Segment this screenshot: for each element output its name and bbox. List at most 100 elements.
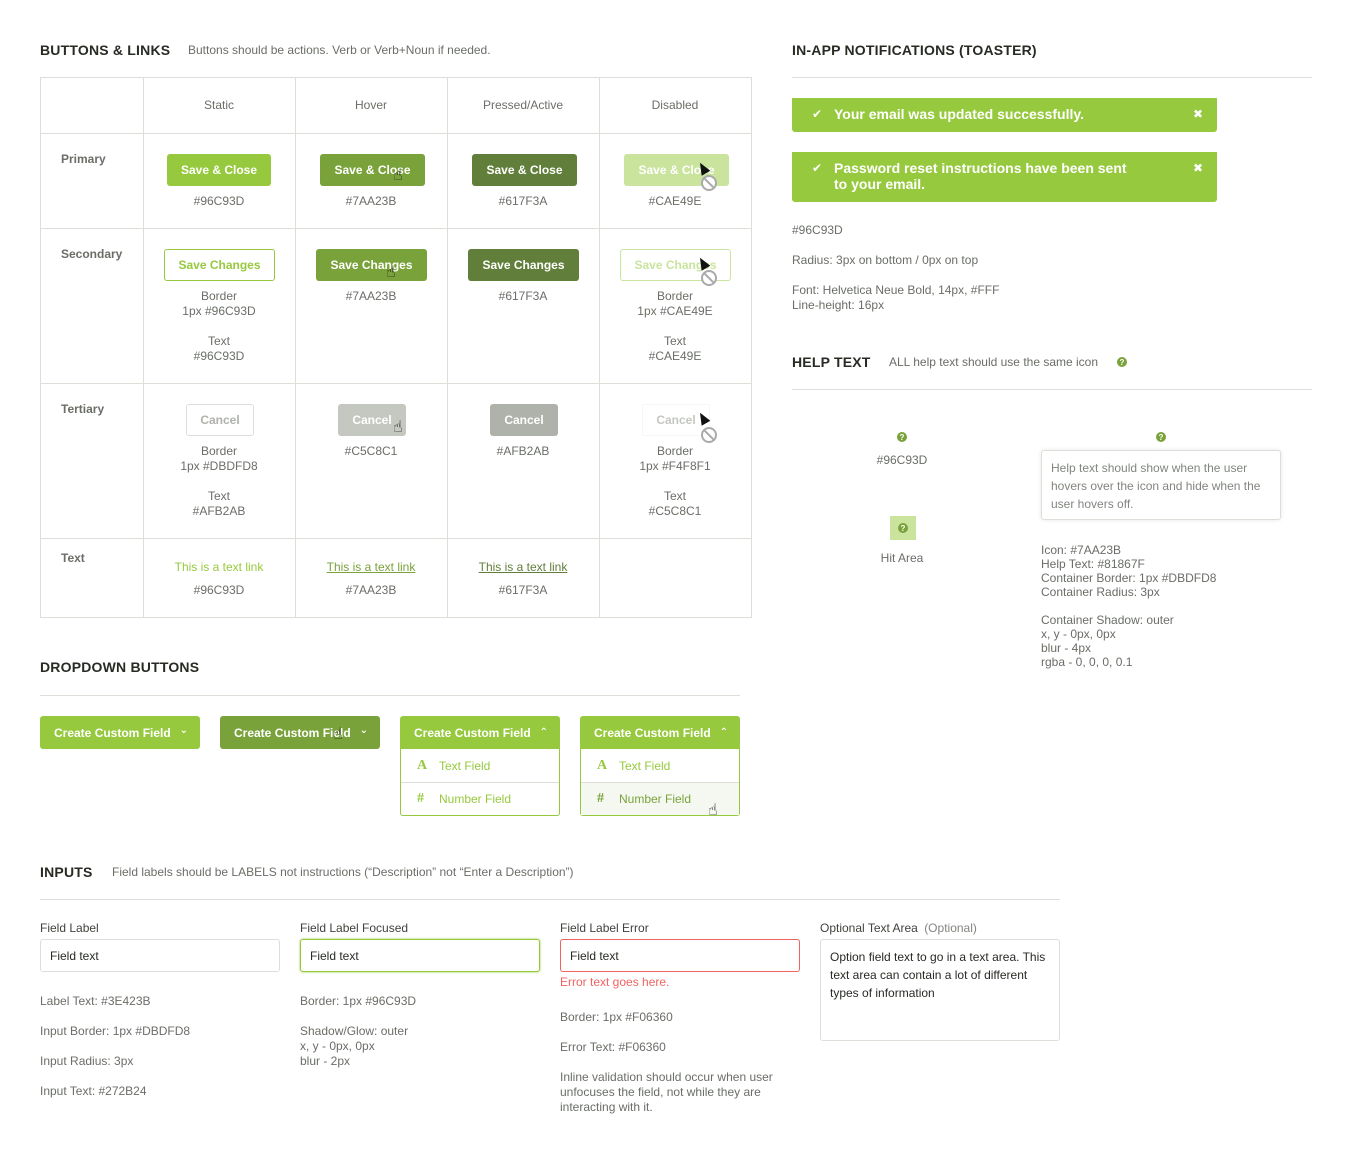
help-note: Container Border: 1px #DBDFD8 xyxy=(1041,571,1217,585)
primary-hover-color: #7AA23B xyxy=(345,194,397,208)
field-label-error: Field Label Error xyxy=(560,921,649,935)
input-note: Input Radius: 3px xyxy=(40,1054,134,1068)
error-note: interacting with it. xyxy=(560,1100,653,1114)
help-section-title: HELP TEXT xyxy=(792,354,871,370)
help-icon: ? xyxy=(898,523,908,533)
secondary-static-text: #96C93D xyxy=(193,349,245,363)
inputs-section-subtitle: Field labels should be LABELS not instru… xyxy=(112,865,574,879)
menu-item-text-field[interactable]: A Text Field xyxy=(581,749,739,782)
dropdown-button-open[interactable]: Create Custom Field ⌃ xyxy=(400,716,560,749)
secondary-pressed-color: #617F3A xyxy=(498,289,548,303)
column-header-pressed: Pressed/Active xyxy=(482,98,564,112)
secondary-button-static[interactable]: Save Changes xyxy=(164,249,275,281)
toaster-font-note: Font: Helvetica Neue Bold, 14px, #FFF xyxy=(792,283,1000,297)
textarea-label: Optional Text Area xyxy=(820,921,918,935)
tertiary-disabled-text-title: Text xyxy=(663,489,686,503)
toast-notification: ✔ Your email was updated successfully. ✖ xyxy=(792,98,1217,132)
help-note: rgba - 0, 0, 0, 0.1 xyxy=(1041,655,1133,669)
secondary-button-hover[interactable]: Save Changes xyxy=(316,249,427,281)
close-icon[interactable]: ✖ xyxy=(1193,160,1203,176)
primary-button-hover[interactable]: Save & Close xyxy=(320,154,425,186)
optional-tag: (Optional) xyxy=(924,921,977,935)
error-note: Inline validation should occur when user xyxy=(560,1070,773,1084)
error-message: Error text goes here. xyxy=(560,975,670,989)
menu-item-number-field[interactable]: # Number Field xyxy=(401,782,559,815)
secondary-static-border: 1px #96C93D xyxy=(182,304,256,318)
dropdown-button-static[interactable]: Create Custom Field ⌄ xyxy=(40,716,200,749)
tertiary-button-static[interactable]: Cancel xyxy=(186,404,254,436)
primary-button-pressed[interactable]: Save & Close xyxy=(472,154,577,186)
secondary-button-pressed[interactable]: Save Changes xyxy=(468,249,579,281)
tertiary-hover-color: #C5C8C1 xyxy=(344,444,398,458)
chevron-up-icon: ⌃ xyxy=(719,727,728,738)
close-icon[interactable]: ✖ xyxy=(1193,106,1203,122)
hand-cursor-icon: ☝ xyxy=(708,802,718,819)
help-note: Container Shadow: outer xyxy=(1041,613,1174,627)
hand-cursor-icon: ☝ xyxy=(333,726,343,743)
error-note: unfocuses the field, not while they are xyxy=(560,1085,761,1099)
primary-static-color: #96C93D xyxy=(193,194,245,208)
dropdown-button-hover[interactable]: Create Custom Field ⌄ xyxy=(220,716,380,749)
tertiary-pressed-color: #AFB2AB xyxy=(496,444,550,458)
error-note: Border: 1px #F06360 xyxy=(560,1010,673,1024)
secondary-disabled-border-title: Border xyxy=(656,289,694,303)
buttons-table: Static Hover Pressed/Active Disabled Pri… xyxy=(40,77,752,618)
hit-area-box[interactable]: ? xyxy=(890,516,916,540)
dropdown-menu: A Text Field # Number Field xyxy=(400,749,560,816)
column-header-disabled: Disabled xyxy=(651,98,699,112)
text-link-static[interactable]: This is a text link xyxy=(143,560,295,574)
toaster-font-note: Line-height: 16px xyxy=(792,298,885,312)
text-link-pressed-color: #617F3A xyxy=(498,583,548,597)
text-area[interactable]: Option field text to go in a text area. … xyxy=(820,939,1060,1041)
chevron-down-icon: ⌄ xyxy=(359,725,368,736)
hit-area-label: Hit Area xyxy=(880,551,924,565)
help-section-subtitle: ALL help text should use the same icon xyxy=(889,355,1099,369)
toast-message: Password reset instructions have been se… xyxy=(834,160,1127,192)
text-input[interactable]: Field text xyxy=(40,939,280,972)
toast-notification: ✔ Password reset instructions have been … xyxy=(792,152,1217,202)
text-field-icon: A xyxy=(597,757,608,773)
toast-message: Your email was updated successfully. xyxy=(834,106,1085,122)
text-link-hover-color: #7AA23B xyxy=(345,583,397,597)
help-icon[interactable]: ? xyxy=(1117,357,1127,367)
toaster-radius-note: Radius: 3px on bottom / 0px on top xyxy=(792,253,979,267)
text-input-focused[interactable]: Field text xyxy=(300,939,540,972)
not-allowed-icon xyxy=(701,427,717,443)
help-note: blur - 4px xyxy=(1041,641,1092,655)
text-link-static-color: #96C93D xyxy=(193,583,245,597)
text-input-error[interactable]: Field text xyxy=(560,939,800,972)
help-icon[interactable]: ? xyxy=(897,432,907,442)
hand-cursor-icon: ☝ xyxy=(386,264,396,281)
primary-pressed-color: #617F3A xyxy=(498,194,548,208)
primary-button-static[interactable]: Save & Close xyxy=(167,154,271,186)
menu-item-label: Number Field xyxy=(439,792,512,806)
help-tooltip: Help text should show when the user hove… xyxy=(1041,450,1281,520)
check-icon: ✔ xyxy=(812,161,823,175)
help-note: Help Text: #81867F xyxy=(1041,557,1145,571)
menu-item-text-field[interactable]: A Text Field xyxy=(401,749,559,782)
tertiary-disabled-text: #C5C8C1 xyxy=(648,504,702,518)
hand-cursor-icon: ☝ xyxy=(393,419,403,436)
field-label-focused: Field Label Focused xyxy=(300,921,409,935)
field-label-textarea: Optional Text Area (Optional) xyxy=(820,921,977,935)
column-header-hover: Hover xyxy=(354,98,387,112)
help-icon[interactable]: ? xyxy=(1156,432,1166,442)
text-link-pressed[interactable]: This is a text link xyxy=(447,560,599,574)
focused-note: x, y - 0px, 0px xyxy=(300,1039,375,1053)
error-note: Error Text: #F06360 xyxy=(560,1040,666,1054)
secondary-static-border-title: Border xyxy=(200,289,238,303)
hand-cursor-icon: ☝ xyxy=(393,167,403,184)
dropdown-section-title: DROPDOWN BUTTONS xyxy=(40,659,200,675)
tertiary-button-pressed[interactable]: Cancel xyxy=(490,404,558,436)
row-header-secondary: Secondary xyxy=(61,247,123,261)
toaster-section-title: IN-APP NOTIFICATIONS (TOASTER) xyxy=(792,42,1037,58)
tertiary-disabled-border-title: Border xyxy=(656,444,694,458)
text-link-hover[interactable]: This is a text link xyxy=(295,560,447,574)
tertiary-static-border-title: Border xyxy=(200,444,238,458)
row-header-text: Text xyxy=(61,551,85,565)
dropdown-button-open-hover[interactable]: Create Custom Field ⌃ xyxy=(580,716,740,749)
buttons-section-subtitle: Buttons should be actions. Verb or Verb+… xyxy=(188,43,491,57)
secondary-disabled-text-title: Text xyxy=(663,334,686,348)
dropdown-label: Create Custom Field xyxy=(594,725,711,740)
row-header-tertiary: Tertiary xyxy=(61,402,105,416)
